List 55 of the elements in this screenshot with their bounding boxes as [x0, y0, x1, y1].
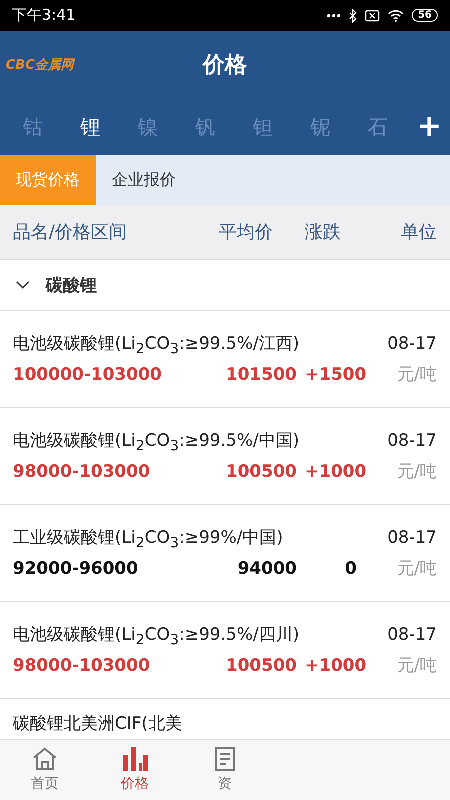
sub-tab[interactable]: 企业报价: [96, 155, 192, 205]
average-price: 101500: [226, 365, 297, 386]
price-change: 0: [344, 559, 358, 580]
metal-tab[interactable]: 石: [349, 114, 406, 140]
date-text: 08-17: [388, 528, 437, 548]
unit-text: 元/吨: [396, 655, 437, 678]
sub-tab[interactable]: 现货价格: [0, 155, 96, 205]
product-name: 电池级碳酸锂(Li$_{2}$CO$_{3}$:≥99.5%/中国): [13, 430, 300, 454]
price-range: 98000-103000: [13, 462, 152, 482]
product-name: 碳酸锂北美洲CIF(北美: [13, 713, 184, 735]
metal-tab[interactable]: 钒: [176, 114, 234, 140]
date-text: 08-17: [388, 334, 437, 354]
price-change: +1000: [305, 462, 368, 482]
metal-tab[interactable]: 镍: [119, 114, 176, 140]
nav-tab[interactable]: 资: [180, 740, 270, 800]
column-header: 单位: [400, 221, 437, 244]
average-price: 100500: [226, 656, 297, 676]
date-text: 08-17: [388, 430, 437, 451]
date-text: 08-17: [388, 624, 437, 645]
metal-tab[interactable]: 锂: [62, 114, 119, 140]
price-range: 100000-103000: [13, 365, 163, 386]
sim-icon: [365, 10, 380, 22]
logo: CBC金属网: [5, 57, 74, 74]
metal-tab[interactable]: 钴: [4, 114, 62, 140]
nav-tab[interactable]: 价格: [90, 740, 180, 800]
wifi-icon: [388, 10, 404, 22]
column-header: 平均价: [219, 221, 274, 244]
bluetooth-icon: [349, 8, 358, 22]
nav-tab[interactable]: 首页: [0, 740, 90, 800]
home-icon: [32, 747, 58, 771]
price-change: +1000: [305, 656, 368, 676]
price-change: +1500: [305, 365, 368, 386]
battery-level: 56: [412, 9, 438, 22]
average-price: 100500: [226, 462, 297, 482]
chevron-icon[interactable]: [16, 280, 30, 290]
average-price: 94000: [238, 559, 297, 580]
document-icon: [214, 747, 236, 771]
unit-text: 元/吨: [396, 364, 437, 386]
unit-text: 元/吨: [396, 461, 437, 484]
price-range: 92000-96000: [13, 559, 140, 580]
product-name: 电池级碳酸锂(Li$_{2}$CO$_{3}$:≥99.5%/江西): [13, 332, 300, 358]
more-icon: [327, 14, 342, 18]
column-header: 涨跌: [305, 221, 342, 244]
group-name: 碳酸锂: [46, 274, 97, 296]
price-range: 98000-103000: [13, 656, 152, 676]
column-header: 品名/价格区间: [13, 221, 128, 244]
bar-chart-icon: [122, 747, 148, 771]
metal-tab[interactable]: 钽: [234, 114, 292, 140]
clock-time: 下午3:41: [12, 6, 76, 25]
unit-text: 元/吨: [396, 558, 437, 580]
add-button[interactable]: +: [416, 112, 442, 142]
page-title: 价格: [203, 52, 247, 80]
product-name: 工业级碳酸锂(Li$_{2}$CO$_{3}$:≥99%/中国): [13, 526, 284, 552]
product-name: 电池级碳酸锂(Li$_{2}$CO$_{3}$:≥99.5%/四川): [13, 624, 300, 648]
metal-tab[interactable]: 铌: [292, 114, 349, 140]
